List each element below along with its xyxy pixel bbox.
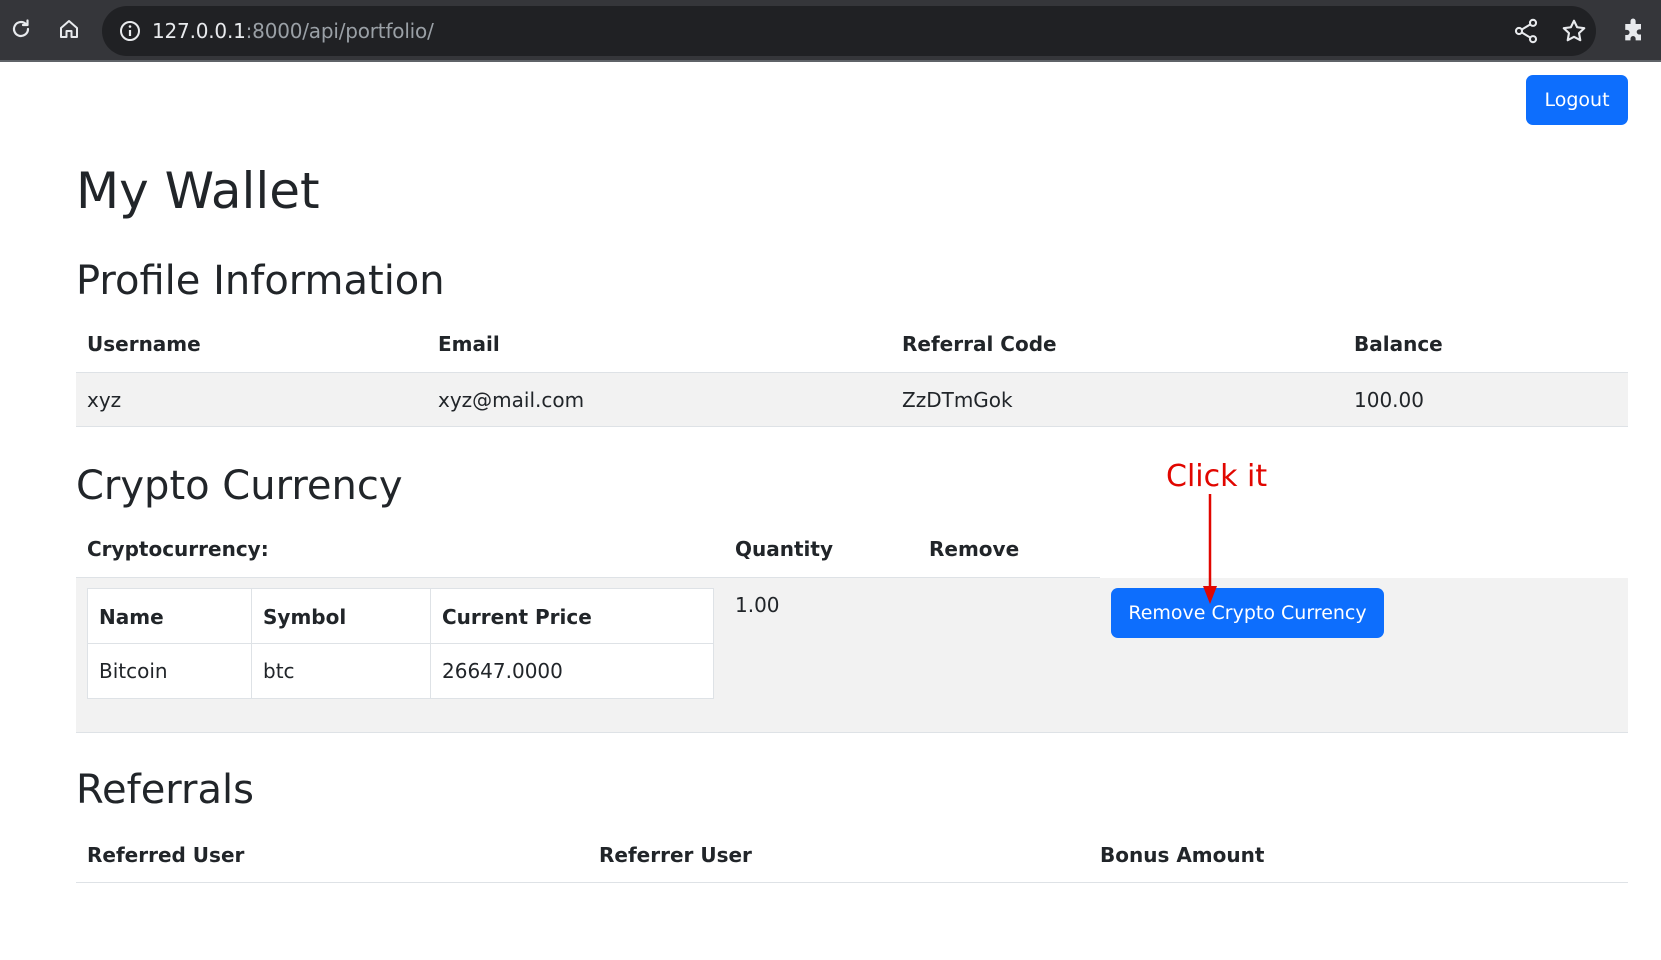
profile-section-title: Profile Information — [76, 258, 445, 304]
referral-code-cell: ZzDTmGok — [902, 388, 1013, 412]
col-header-email: Email — [438, 332, 500, 356]
col-header-referral-code: Referral Code — [902, 332, 1057, 356]
col-header-username: Username — [87, 332, 201, 356]
inner-col-header-name: Name — [99, 605, 164, 629]
crypto-symbol-cell: btc — [263, 659, 295, 683]
col-header-balance: Balance — [1354, 332, 1443, 356]
col-header-referrer-user: Referrer User — [599, 843, 752, 867]
crypto-price-cell: 26647.0000 — [442, 659, 563, 683]
extensions-puzzle-icon[interactable] — [1620, 17, 1648, 45]
address-bar[interactable]: 127.0.0.1:8000/api/portfolio/ — [102, 6, 1596, 56]
inner-column-divider — [251, 589, 252, 698]
share-icon[interactable] — [1512, 17, 1540, 45]
inner-col-header-symbol: Symbol — [263, 605, 347, 629]
crypto-detail-table — [87, 588, 714, 699]
logout-button[interactable]: Logout — [1526, 75, 1628, 125]
header-divider — [76, 882, 1628, 883]
url-host: 127.0.0.1 — [152, 19, 246, 43]
reload-icon[interactable] — [6, 14, 36, 44]
remove-crypto-button[interactable]: Remove Crypto Currency — [1111, 588, 1384, 638]
col-header-remove: Remove — [929, 537, 1020, 561]
url-path: :8000/api/portfolio/ — [245, 19, 434, 43]
browser-toolbar: 127.0.0.1:8000/api/portfolio/ — [0, 0, 1661, 62]
referrals-section-title: Referrals — [76, 767, 254, 813]
bookmark-star-icon[interactable] — [1560, 17, 1588, 45]
inner-col-header-current-price: Current Price — [442, 605, 592, 629]
balance-cell: 100.00 — [1354, 388, 1424, 412]
col-header-referred-user: Referred User — [87, 843, 245, 867]
home-icon[interactable] — [54, 14, 84, 44]
crypto-name-cell: Bitcoin — [99, 659, 168, 683]
crypto-section-title: Crypto Currency — [76, 463, 403, 509]
annotation-label: Click it — [1166, 459, 1268, 494]
page-title: My Wallet — [76, 162, 320, 220]
col-header-quantity: Quantity — [735, 537, 833, 561]
email-cell: xyz@mail.com — [438, 388, 585, 412]
annotation-arrow-icon — [1203, 494, 1217, 604]
site-info-icon[interactable] — [118, 19, 142, 43]
col-header-cryptocurrency: Cryptocurrency: — [87, 537, 269, 561]
col-header-bonus-amount: Bonus Amount — [1100, 843, 1265, 867]
inner-header-divider — [88, 643, 713, 644]
quantity-cell: 1.00 — [735, 593, 780, 617]
url-text[interactable]: 127.0.0.1:8000/api/portfolio/ — [152, 19, 434, 43]
inner-column-divider — [430, 589, 431, 698]
username-cell: xyz — [87, 388, 122, 412]
